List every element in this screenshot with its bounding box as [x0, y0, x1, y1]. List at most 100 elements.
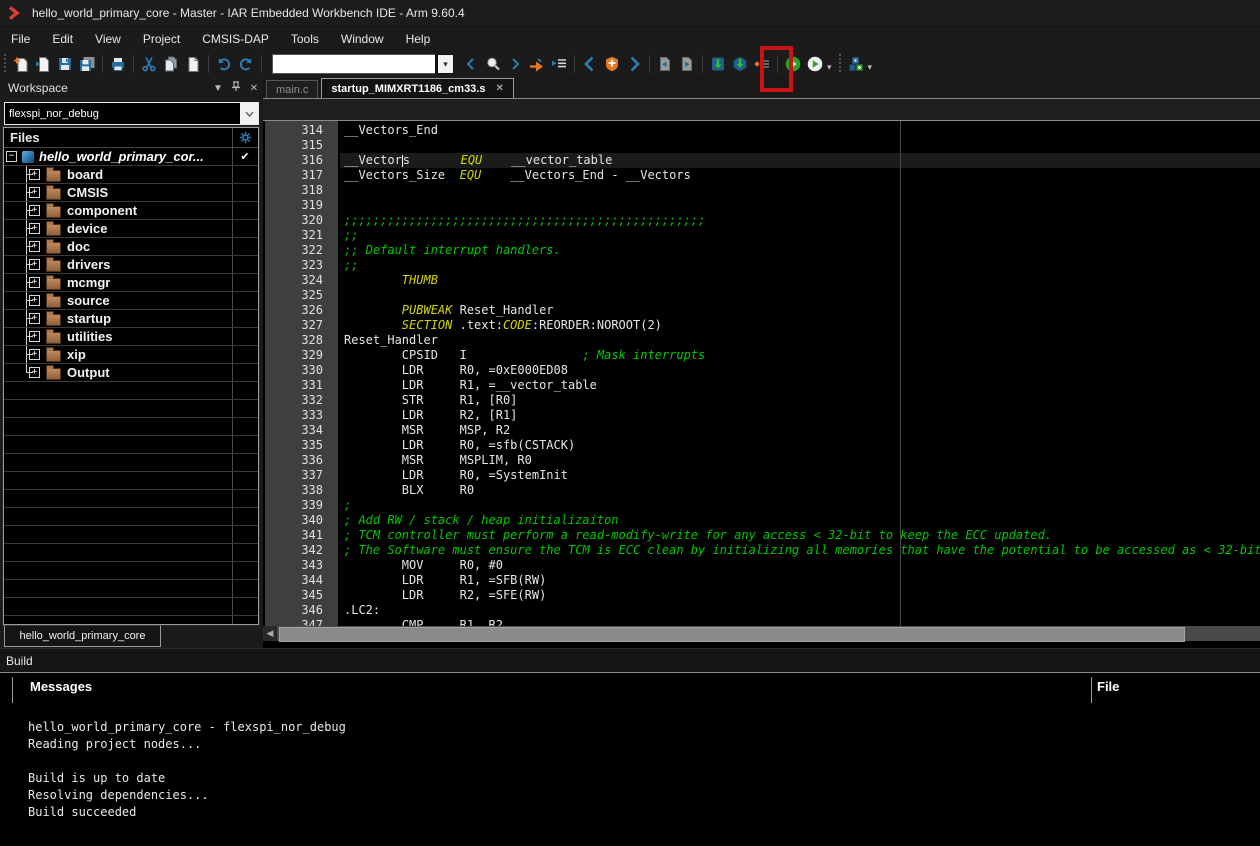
code-line[interactable]: 339;: [263, 498, 1260, 513]
project-root-row[interactable]: − hello_world_primary_cor... ✔: [4, 148, 258, 166]
line-number[interactable]: 344: [265, 573, 340, 588]
search-dropdown-button[interactable]: ▾: [436, 55, 453, 73]
code-line[interactable]: 322;; Default interrupt handlers.: [263, 243, 1260, 258]
menu-tools[interactable]: Tools: [280, 29, 330, 49]
code-line[interactable]: 330 LDR R0, =0xE000ED08: [263, 363, 1260, 378]
pin-icon[interactable]: [227, 81, 245, 95]
tree-item-utilities[interactable]: +utilities: [4, 328, 258, 346]
code-line[interactable]: 336 MSR MSPLIM, R0: [263, 453, 1260, 468]
code-line[interactable]: 347 CMP R1, R2: [263, 618, 1260, 626]
tree-item-output[interactable]: +Output: [4, 364, 258, 382]
line-number[interactable]: 320: [265, 213, 340, 228]
build-message-row[interactable]: Build succeeded: [28, 804, 346, 821]
code-line[interactable]: 341; TCM controller must perform a read-…: [263, 528, 1260, 543]
line-number[interactable]: 343: [265, 558, 340, 573]
menu-window[interactable]: Window: [330, 29, 395, 49]
open-document-button[interactable]: [32, 52, 54, 76]
code-line[interactable]: 335 LDR R0, =sfb(CSTACK): [263, 438, 1260, 453]
line-number[interactable]: 347: [265, 618, 340, 626]
line-number[interactable]: 338: [265, 483, 340, 498]
search-combobox[interactable]: ▾: [272, 54, 454, 74]
code-line[interactable]: 337 LDR R0, =SystemInit: [263, 468, 1260, 483]
collapse-box-icon[interactable]: −: [6, 151, 17, 162]
code-line[interactable]: 316__Vectors EQU __vector_table: [263, 153, 1260, 168]
toggle-source-browser-button[interactable]: [548, 52, 570, 76]
code-line[interactable]: 314__Vectors_End: [263, 123, 1260, 138]
menu-help[interactable]: Help: [395, 29, 442, 49]
tree-item-mcmgr[interactable]: +mcmgr: [4, 274, 258, 292]
toolbar-grip[interactable]: [2, 54, 8, 74]
navigate-back-button[interactable]: [460, 52, 482, 76]
navigate-forward-button[interactable]: [504, 52, 526, 76]
code-line[interactable]: 332 STR R1, [R0]: [263, 393, 1260, 408]
print-button[interactable]: [107, 52, 129, 76]
code-line[interactable]: 344 LDR R1, =SFB(RW): [263, 573, 1260, 588]
code-line[interactable]: 324 THUMB: [263, 273, 1260, 288]
save-all-button[interactable]: [76, 52, 98, 76]
copy-button[interactable]: [160, 52, 182, 76]
code-line[interactable]: 343 MOV R0, #0: [263, 558, 1260, 573]
code-line[interactable]: 345 LDR R2, =SFE(RW): [263, 588, 1260, 603]
build-message-row[interactable]: Build is up to date: [28, 770, 346, 787]
code-area[interactable]: 314__Vectors_End315316__Vectors EQU __ve…: [263, 121, 1260, 626]
line-number[interactable]: 340: [265, 513, 340, 528]
menu-file[interactable]: File: [0, 29, 41, 49]
line-number[interactable]: 322: [265, 243, 340, 258]
code-line[interactable]: 346.LC2:: [263, 603, 1260, 618]
code-line[interactable]: 323;;: [263, 258, 1260, 273]
code-line[interactable]: 333 LDR R2, [R1]: [263, 408, 1260, 423]
debug-dropdown-caret[interactable]: ▾: [827, 62, 832, 73]
browse-back-button[interactable]: [579, 52, 601, 76]
build-message-row[interactable]: Reading project nodes...: [28, 736, 346, 753]
line-number[interactable]: 319: [265, 198, 340, 213]
line-number[interactable]: 341: [265, 528, 340, 543]
line-number[interactable]: 329: [265, 348, 340, 363]
line-number[interactable]: 336: [265, 453, 340, 468]
cut-button[interactable]: [138, 52, 160, 76]
code-line[interactable]: 338 BLX R0: [263, 483, 1260, 498]
code-line[interactable]: 328Reset_Handler: [263, 333, 1260, 348]
new-document-button[interactable]: [10, 52, 32, 76]
code-line[interactable]: 331 LDR R1, =__vector_table: [263, 378, 1260, 393]
code-line[interactable]: 318: [263, 183, 1260, 198]
browse-forward-button[interactable]: [623, 52, 645, 76]
line-number[interactable]: 330: [265, 363, 340, 378]
line-number[interactable]: 314: [265, 123, 340, 138]
line-number[interactable]: 327: [265, 318, 340, 333]
tab-startup-file[interactable]: startup_MIMXRT1186_cm33.s ✕: [321, 78, 513, 98]
undo-button[interactable]: [213, 52, 235, 76]
tree-item-xip[interactable]: +xip: [4, 346, 258, 364]
line-number[interactable]: 345: [265, 588, 340, 603]
tab-close-icon[interactable]: ✕: [495, 83, 503, 94]
build-message-row[interactable]: [28, 753, 346, 770]
code-line[interactable]: 321;;: [263, 228, 1260, 243]
menu-project[interactable]: Project: [132, 29, 191, 49]
line-number[interactable]: 324: [265, 273, 340, 288]
code-line[interactable]: 340; Add RW / stack / heap initializaito…: [263, 513, 1260, 528]
scrollbar-track[interactable]: [277, 626, 1260, 641]
code-line[interactable]: 327 SECTION .text:CODE:REORDER:NOROOT(2): [263, 318, 1260, 333]
menu-view[interactable]: View: [84, 29, 132, 49]
line-number[interactable]: 335: [265, 438, 340, 453]
configuration-combobox[interactable]: flexspi_nor_debug: [4, 102, 259, 125]
workspace-menu-icon[interactable]: ▼: [209, 83, 227, 94]
line-number[interactable]: 318: [265, 183, 340, 198]
gear-icon[interactable]: [239, 131, 252, 144]
tree-item-startup[interactable]: +startup: [4, 310, 258, 328]
code-line[interactable]: 325: [263, 288, 1260, 303]
scrollbar-thumb[interactable]: [279, 627, 1185, 642]
tree-item-source[interactable]: +source: [4, 292, 258, 310]
toolbar-grip[interactable]: [837, 54, 843, 74]
line-number[interactable]: 339: [265, 498, 340, 513]
menu-edit[interactable]: Edit: [41, 29, 84, 49]
code-line[interactable]: 317__Vectors_Size EQU __Vectors_End - __…: [263, 168, 1260, 183]
line-number[interactable]: 334: [265, 423, 340, 438]
line-number[interactable]: 337: [265, 468, 340, 483]
line-number[interactable]: 325: [265, 288, 340, 303]
line-number[interactable]: 317: [265, 168, 340, 183]
build-message-row[interactable]: hello_world_primary_core - flexspi_nor_d…: [28, 719, 346, 736]
build-panel-caption[interactable]: Build: [0, 648, 1260, 672]
previous-document-button[interactable]: [654, 52, 676, 76]
cmsis-manager-button[interactable]: [845, 52, 867, 76]
line-number[interactable]: 331: [265, 378, 340, 393]
